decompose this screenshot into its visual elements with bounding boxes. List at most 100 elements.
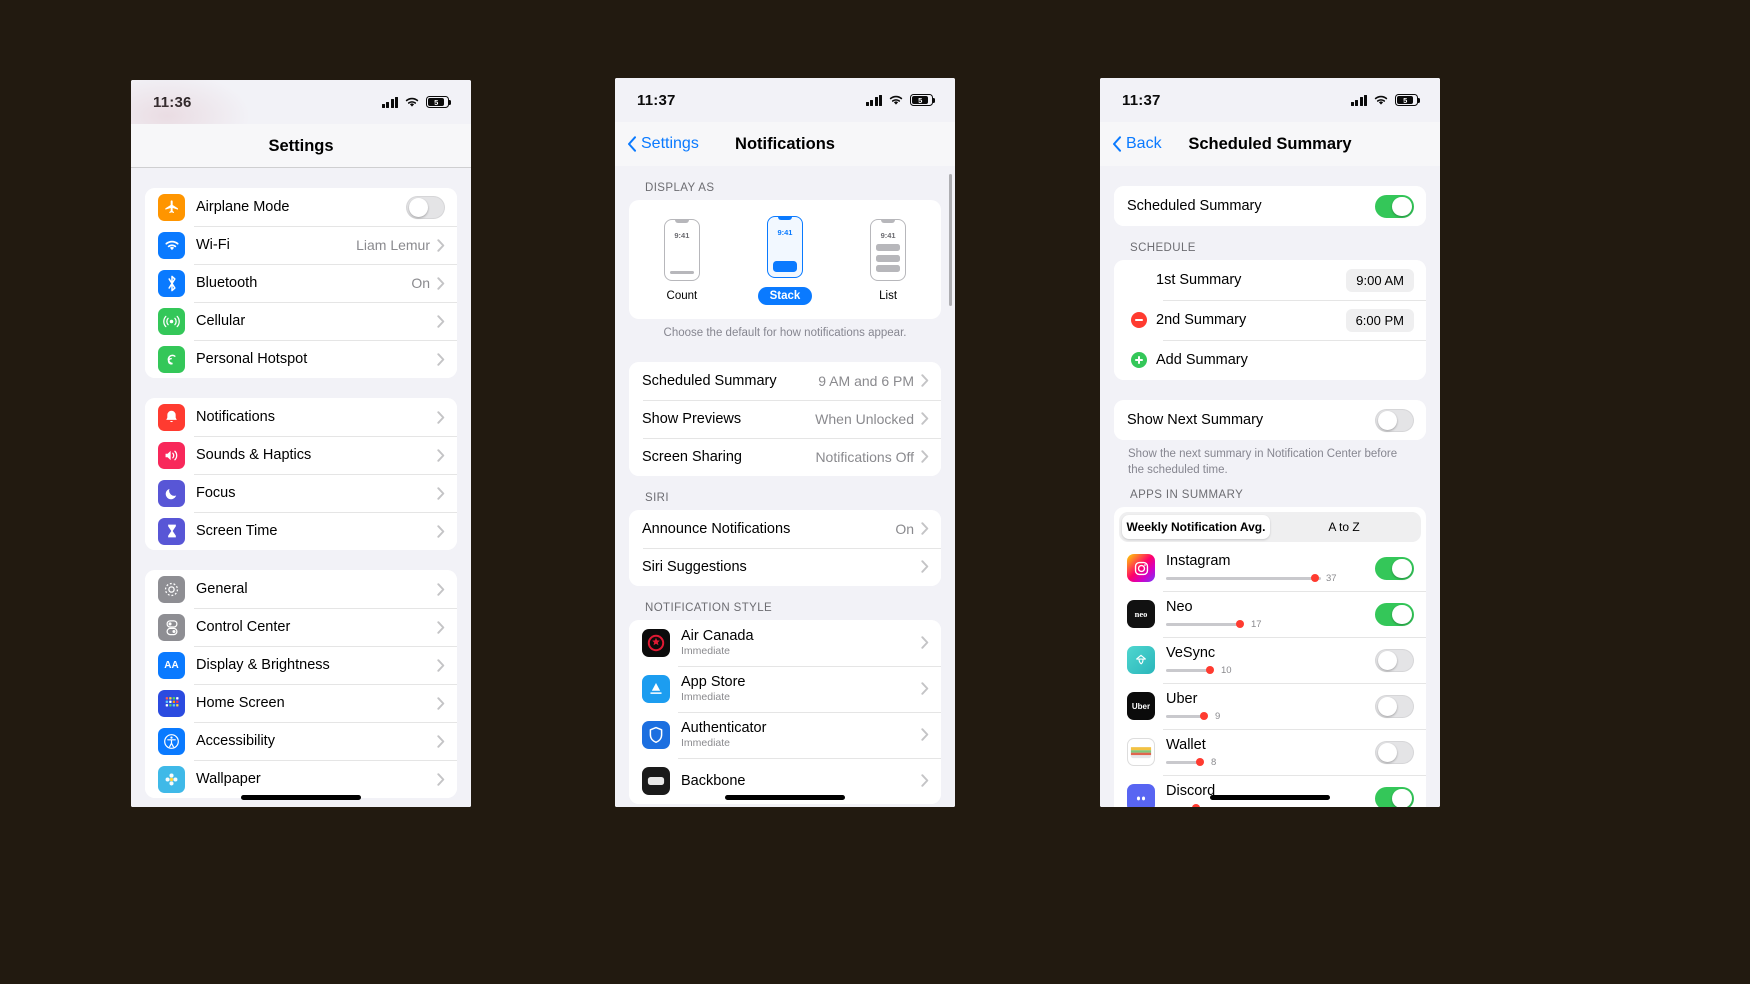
row-label: Scheduled Summary	[1127, 198, 1262, 214]
settings-row-sounds-haptics[interactable]: Sounds & Haptics	[145, 436, 457, 474]
summary-app-row-vesync[interactable]: VeSync 10	[1114, 637, 1426, 684]
scheduled-summary-screen: 11:37 5 Back Scheduled Summary Scheduled…	[1100, 78, 1440, 807]
app-name: Wallet	[1166, 737, 1206, 754]
summary-app-row-wallet[interactable]: Wallet 8	[1114, 729, 1426, 776]
settings-row-airplane-mode[interactable]: Airplane Mode	[145, 188, 457, 226]
instagram-summary-toggle[interactable]	[1375, 556, 1414, 580]
settings-row-home-screen[interactable]: Home Screen	[145, 684, 457, 722]
settings-row-control-center[interactable]: Control Center	[145, 608, 457, 646]
summary-app-row-uber[interactable]: Uber Uber 9	[1114, 683, 1426, 730]
chevron-right-icon	[921, 636, 929, 649]
app-sub: Immediate	[681, 737, 731, 750]
row-label: Bluetooth	[196, 275, 258, 291]
row-value: When Unlocked	[815, 410, 914, 427]
apps-in-summary-group: Weekly Notification Avg. A to Z Instagra…	[1114, 507, 1426, 807]
display-brightness-aa-icon: AA	[158, 651, 185, 679]
page-title: Notifications	[735, 134, 835, 153]
row-scheduled-summary[interactable]: Scheduled Summary 9 AM and 6 PM	[629, 361, 941, 400]
phone-screen-scheduled-summary: 11:37 5 Back Scheduled Summary Scheduled…	[1100, 78, 1440, 807]
app-row-app-store[interactable]: App Store Immediate	[629, 665, 941, 712]
app-row-air-canada[interactable]: Air Canada Immediate	[629, 619, 941, 666]
chevron-right-icon	[437, 486, 445, 500]
backbone-icon	[642, 766, 670, 795]
summary-app-mid: Wallet 8	[1166, 737, 1375, 768]
display-as-option-list[interactable]: 9:41 List	[870, 218, 907, 302]
display-as-option-count[interactable]: 9:41 Count	[663, 218, 700, 302]
top-spacer	[131, 168, 471, 188]
scroll-indicator[interactable]	[949, 174, 952, 306]
row-screen-sharing[interactable]: Screen Sharing Notifications Off	[629, 437, 941, 476]
row-add-summary[interactable]: Add Summary	[1114, 340, 1426, 380]
row-value: On	[895, 520, 914, 537]
settings-row-focus[interactable]: Focus	[145, 474, 457, 512]
settings-row-bluetooth[interactable]: Bluetooth On	[145, 264, 457, 302]
summary-app-mid: VeSync 10	[1166, 645, 1375, 676]
row-show-previews[interactable]: Show Previews When Unlocked	[629, 399, 941, 438]
scheduled-summary-toggle[interactable]	[1375, 194, 1414, 218]
row-1st-summary[interactable]: 1st Summary 9:00 AM	[1114, 260, 1426, 300]
summary-time-2[interactable]: 6:00 PM	[1345, 308, 1414, 332]
segment-a-to-z[interactable]: A to Z	[1270, 515, 1418, 539]
discord-summary-toggle[interactable]	[1375, 786, 1414, 807]
notification-style-group: Air Canada Immediate App Store Immediate	[629, 619, 941, 804]
segment-weekly-notification-avg[interactable]: Weekly Notification Avg.	[1122, 515, 1270, 540]
back-button[interactable]: Back	[1112, 135, 1162, 153]
app-name: Uber	[1166, 691, 1198, 708]
chevron-right-icon	[921, 374, 929, 387]
app-name: Authenticator	[681, 720, 767, 737]
status-indicators: 5	[865, 94, 936, 106]
status-time: 11:36	[153, 93, 192, 111]
nav-bar: Back Scheduled Summary	[1100, 122, 1440, 166]
settings-row-cellular[interactable]: Cellular	[145, 302, 457, 340]
meter-value: 10	[1221, 664, 1232, 676]
row-2nd-summary[interactable]: 2nd Summary 6:00 PM	[1114, 300, 1426, 340]
chevron-right-icon	[437, 734, 445, 748]
settings-row-general[interactable]: General	[145, 570, 457, 608]
back-button-settings[interactable]: Settings	[627, 135, 699, 153]
add-summary-icon[interactable]	[1131, 352, 1147, 368]
neo-summary-toggle[interactable]	[1375, 602, 1414, 626]
row-show-next-summary[interactable]: Show Next Summary	[1114, 400, 1426, 440]
battery-icon: 5	[910, 94, 936, 106]
settings-row-display-brightness[interactable]: AA Display & Brightness	[145, 646, 457, 684]
general-gear-icon	[158, 575, 185, 603]
chevron-right-icon	[437, 772, 445, 786]
row-announce-notifications[interactable]: Announce Notifications On	[629, 509, 941, 548]
airplane-mode-toggle[interactable]	[406, 195, 445, 219]
settings-row-notifications[interactable]: Notifications	[145, 398, 457, 436]
section-header-apps-in-summary: APPS IN SUMMARY	[1130, 489, 1244, 502]
notifications-scroll-area[interactable]: DISPLAY AS 9:41 Count 9:41 Stack 9:41 Li…	[615, 166, 955, 807]
display-as-option-stack[interactable]: 9:41 Stack	[757, 215, 813, 305]
settings-scroll-area[interactable]: Airplane Mode Wi-Fi Liam Lemur Bluetooth…	[131, 168, 471, 807]
app-row-authenticator[interactable]: Authenticator Immediate	[629, 711, 941, 758]
show-next-summary-toggle[interactable]	[1375, 408, 1414, 432]
display-as-label: Stack	[757, 287, 813, 305]
status-bar: 11:37 5	[1100, 78, 1440, 122]
summary-time-1[interactable]: 9:00 AM	[1346, 268, 1414, 292]
scheduled-summary-scroll-area[interactable]: Scheduled Summary SCHEDULE 1st Summary 9…	[1100, 166, 1440, 807]
settings-row-wifi[interactable]: Wi-Fi Liam Lemur	[145, 226, 457, 264]
row-value: Liam Lemur	[356, 237, 430, 253]
remove-summary-icon[interactable]	[1131, 312, 1147, 328]
wallet-summary-toggle[interactable]	[1375, 740, 1414, 764]
uber-summary-toggle[interactable]	[1375, 694, 1414, 718]
app-name: Neo	[1166, 599, 1193, 616]
row-scheduled-summary-master[interactable]: Scheduled Summary	[1114, 186, 1426, 226]
summary-app-row-discord[interactable]: Discord	[1114, 775, 1426, 807]
summary-app-row-neo[interactable]: neo Neo 17	[1114, 591, 1426, 638]
vesync-summary-toggle[interactable]	[1375, 648, 1414, 672]
instagram-icon	[1127, 554, 1155, 583]
settings-row-personal-hotspot[interactable]: Personal Hotspot	[145, 340, 457, 378]
row-label: Announce Notifications	[642, 520, 791, 537]
row-siri-suggestions[interactable]: Siri Suggestions	[629, 547, 941, 586]
settings-row-accessibility[interactable]: Accessibility	[145, 722, 457, 760]
row-label: Screen Sharing	[642, 448, 742, 465]
settings-row-screen-time[interactable]: Screen Time	[145, 512, 457, 550]
stack-preview-icon: 9:41	[766, 215, 803, 278]
summary-app-row-instagram[interactable]: Instagram 37	[1114, 545, 1426, 592]
count-preview-icon: 9:41	[663, 218, 700, 281]
settings-row-wallpaper[interactable]: Wallpaper	[145, 760, 457, 798]
settings-group-alerts: Notifications Sounds & Haptics Focus Scr…	[145, 398, 457, 550]
